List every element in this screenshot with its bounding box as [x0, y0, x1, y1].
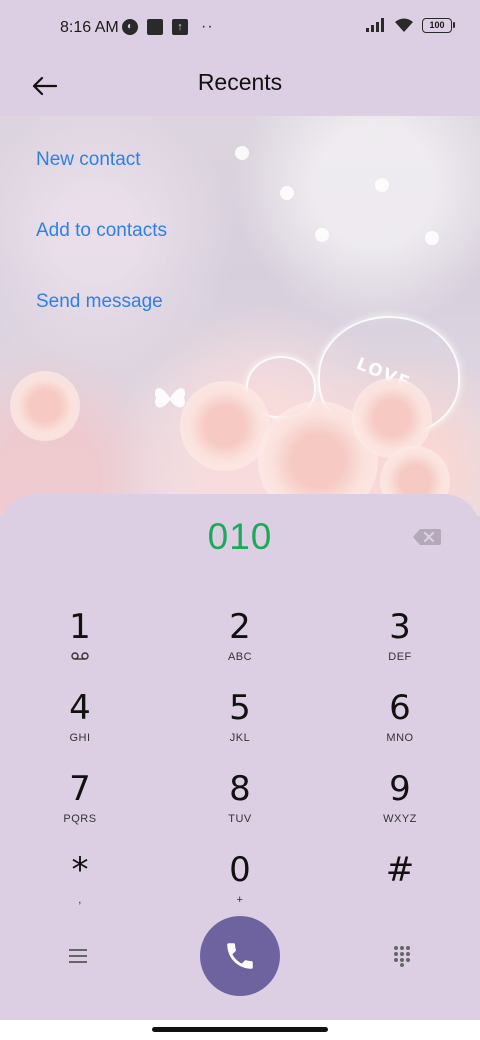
petal-decoration [280, 186, 294, 200]
key-letters: TUV [228, 813, 252, 825]
key-letters: GHI [69, 732, 91, 744]
key-5[interactable]: 5 JKL [160, 685, 320, 766]
key-7[interactable]: 7 PQRS [0, 766, 160, 847]
petal-decoration [375, 178, 389, 192]
battery-icon: 100 [422, 17, 455, 33]
backspace-button[interactable] [412, 528, 442, 546]
new-contact-link[interactable]: New contact [36, 148, 167, 219]
key-4[interactable]: 4 GHI [0, 685, 160, 766]
key-digit: 3 [389, 607, 411, 647]
key-letters: WXYZ [383, 813, 417, 825]
wifi-icon [395, 18, 413, 32]
dialpad-panel: 010 1 2 ABC 3 DEF 4 GHI 5 JKL 6 MNO 7 PQ… [0, 494, 480, 1020]
key-letters: DEF [388, 651, 412, 663]
keypad-toggle-button[interactable] [386, 942, 418, 970]
butterfly-icon [154, 388, 186, 408]
app-bar: Recents [0, 56, 480, 116]
page-title: Recents [197, 69, 283, 95]
key-digit: 7 [69, 769, 91, 809]
key-letters: , [78, 894, 82, 906]
key-2[interactable]: 2 ABC [160, 604, 320, 685]
key-digit: * [71, 850, 89, 890]
signal-icon [366, 18, 384, 32]
call-button[interactable] [200, 916, 280, 996]
status-time: 8:16 AM [60, 19, 119, 36]
navigation-bar [0, 1020, 480, 1040]
key-letters: JKL [229, 732, 251, 744]
key-digit: 1 [69, 607, 91, 647]
key-letters: PQRS [63, 813, 97, 825]
backspace-icon [413, 529, 441, 545]
key-digit: 9 [389, 769, 411, 809]
rose-decoration [10, 371, 80, 441]
key-9[interactable]: 9 WXYZ [320, 766, 480, 847]
phone-icon [227, 943, 253, 969]
status-bar: 8:16 AM ◐ ↑ ·· 100 [0, 0, 480, 56]
petal-decoration [315, 228, 329, 242]
key-digit: # [385, 850, 415, 890]
send-message-link[interactable]: Send message [36, 290, 167, 361]
status-icons-left: ◐ ↑ ·· [122, 18, 214, 36]
key-3[interactable]: 3 DEF [320, 604, 480, 685]
menu-button[interactable] [62, 942, 94, 970]
petal-decoration [425, 231, 439, 245]
dialed-number: 010 [207, 516, 273, 557]
key-digit: 6 [389, 688, 411, 728]
menu-icon [69, 949, 87, 963]
voicemail-icon [71, 652, 89, 660]
key-digit: 0 [229, 850, 251, 890]
key-letters: ABC [227, 651, 253, 663]
keypad-grid: 1 2 ABC 3 DEF 4 GHI 5 JKL 6 MNO 7 PQRS 8… [0, 604, 480, 928]
upload-icon: ↑ [172, 19, 188, 35]
dialpad-grid-icon [394, 946, 410, 967]
petal-decoration [235, 146, 249, 160]
add-to-contacts-link[interactable]: Add to contacts [36, 219, 167, 290]
key-digit: 5 [229, 688, 251, 728]
rose-decoration [180, 381, 270, 471]
key-6[interactable]: 6 MNO [320, 685, 480, 766]
key-digit: 8 [229, 769, 251, 809]
status-icons-right: 100 [366, 17, 455, 33]
dialpad-actions [0, 916, 480, 996]
key-1[interactable]: 1 [0, 604, 160, 685]
key-digit: 4 [69, 688, 91, 728]
home-indicator[interactable] [152, 1027, 328, 1032]
key-8[interactable]: 8 TUV [160, 766, 320, 847]
more-dots-icon: ·· [201, 18, 214, 35]
action-list: New contact Add to contacts Send message [36, 148, 167, 361]
square-app-icon [147, 19, 163, 35]
key-digit: 2 [229, 607, 251, 647]
key-letters: MNO [386, 732, 414, 744]
key-letters: + [236, 894, 244, 906]
notification-circle-icon: ◐ [122, 19, 138, 35]
